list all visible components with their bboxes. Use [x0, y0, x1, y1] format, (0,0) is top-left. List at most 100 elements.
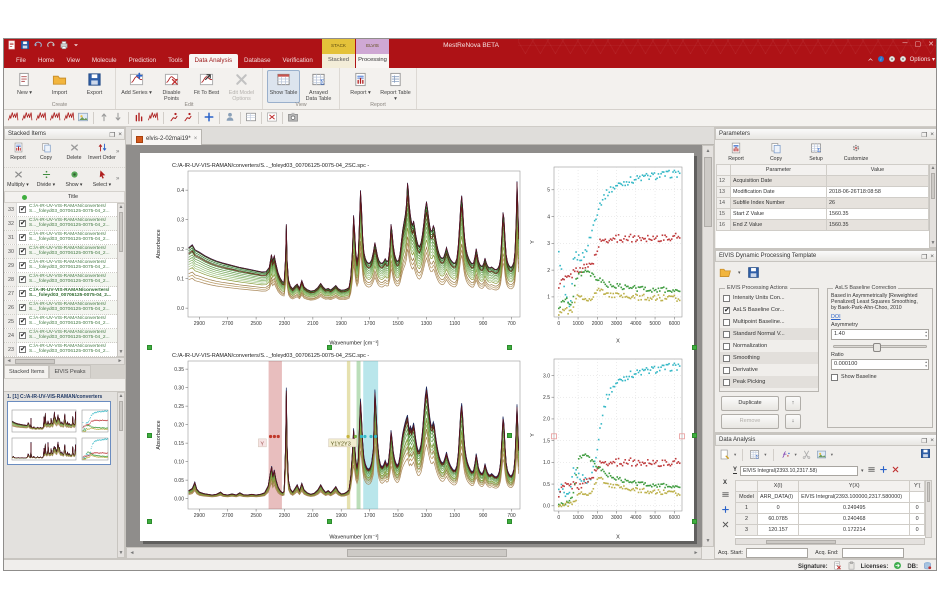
row-title[interactable]: C:/A-IR-UV-VIS-RAMAN/converters/S..._fol… — [29, 343, 117, 356]
row-checkbox[interactable] — [19, 346, 26, 353]
close-panel-icon[interactable]: × — [118, 131, 122, 139]
new-button[interactable]: New ▾ — [8, 70, 41, 103]
invert-order-button[interactable]: Invert Order — [88, 141, 116, 166]
overflow-chevron[interactable]: » — [116, 168, 124, 191]
remove-series-icon[interactable] — [891, 465, 900, 476]
tool-caret-icon[interactable]: ▾ — [764, 452, 766, 458]
ribbon-tab-prediction[interactable]: Prediction — [123, 54, 163, 68]
da-col-header[interactable] — [736, 481, 758, 492]
show-table-button[interactable]: Show Table — [267, 70, 300, 103]
open-caret-icon[interactable]: ▾ — [738, 270, 741, 276]
y-series-selector[interactable]: ElVIS Integral(2393.10,2317.58) — [740, 466, 858, 476]
stacked-item-row[interactable]: 24C:/A-IR-UV-VIS-RAMAN/converters/S..._f… — [4, 329, 117, 343]
ribbon-tab-home[interactable]: Home — [32, 54, 61, 68]
tool-caret-icon[interactable]: ▾ — [734, 452, 736, 458]
scatter-bottom[interactable]: 01000200030004000500060000.00.51.01.52.0… — [528, 351, 688, 541]
da-col-header[interactable]: Y(X) — [799, 481, 910, 492]
action-checkbox[interactable] — [723, 355, 730, 362]
clipboard-icon[interactable] — [847, 561, 856, 571]
window-close-button[interactable]: ✕ — [928, 40, 934, 48]
selection-handle[interactable] — [507, 433, 512, 438]
row-title[interactable]: C:/A-IR-UV-VIS-RAMAN/converters/S..._fol… — [29, 217, 117, 230]
tool-caret-icon[interactable]: ▾ — [831, 452, 833, 458]
open-template-button[interactable] — [719, 266, 732, 281]
chart-scatter-bottom[interactable]: 01000200030004000500060000.00.51.01.52.0… — [528, 351, 688, 541]
add-series-button[interactable]: Add Series ▾ — [120, 70, 153, 103]
copy-button[interactable]: Copy — [759, 141, 793, 163]
chart-scatter-top[interactable]: 010002000300040005000600012345XY — [528, 159, 688, 345]
stack-tool-runner-14[interactable] — [182, 111, 194, 125]
stacked-list-hscrollbar[interactable]: ◄► — [4, 357, 125, 365]
stack-tool-spec-11[interactable] — [147, 111, 159, 125]
stacked-item-row[interactable]: 28C:/A-IR-UV-VIS-RAMAN/converters/S..._f… — [4, 273, 117, 287]
float-panel-icon[interactable]: ❐ — [921, 253, 927, 261]
stack-tool-spec-0[interactable] — [7, 111, 19, 125]
selection-handle[interactable] — [692, 519, 697, 524]
selection-handle[interactable] — [147, 345, 152, 350]
duplicate-button[interactable]: Duplicate — [721, 396, 779, 411]
da-table-row[interactable]: 260.07850.2404680 — [736, 514, 925, 525]
stacked-item-row[interactable]: 33C:/A-IR-UV-VIS-RAMAN/converters/S..._f… — [4, 203, 117, 217]
stack-tool-spec-2[interactable] — [35, 111, 47, 125]
export-button[interactable]: Export — [78, 70, 111, 103]
spectra-bottom[interactable]: 2900270025002300210019001700150013001100… — [154, 349, 526, 541]
stacked-item-row[interactable]: 25C:/A-IR-UV-VIS-RAMAN/converters/S..._f… — [4, 315, 117, 329]
add-series-icon[interactable] — [879, 465, 888, 476]
close-panel-icon[interactable]: × — [930, 253, 934, 261]
import-button[interactable]: Import — [43, 70, 76, 103]
pages-vscrollbar[interactable]: ▲▼ — [117, 392, 125, 558]
data-analysis-save-button[interactable] — [920, 448, 931, 461]
da-table-row[interactable]: 3120.1570.1722140 — [736, 525, 925, 536]
series-menu-icon[interactable] — [867, 465, 876, 476]
asymmetry-slider[interactable] — [833, 345, 927, 348]
ribbon-tab-file[interactable]: File — [10, 54, 32, 68]
float-panel-icon[interactable]: ❐ — [921, 131, 927, 139]
context-group-stack[interactable]: STACKStacked — [322, 39, 355, 68]
action-asls-baseline-cor-[interactable]: AsLS Baseline Cor... — [720, 304, 818, 316]
action-checkbox[interactable] — [723, 343, 730, 350]
stacked-item-row[interactable]: 30C:/A-IR-UV-VIS-RAMAN/converters/S..._f… — [4, 245, 117, 259]
float-panel-icon[interactable]: ❐ — [109, 131, 115, 139]
fit-to-best-button[interactable]: Fit To Best — [190, 70, 223, 103]
window-maximize-button[interactable]: ▢ — [915, 40, 922, 48]
stack-tool-runner-13[interactable] — [168, 111, 180, 125]
stack-tool-plus-16[interactable] — [203, 111, 215, 125]
action-smoothing[interactable]: Smoothing — [720, 352, 818, 364]
da-tool-newdoc[interactable] — [719, 449, 730, 462]
document-tab[interactable]: elvis-2-02mai19* × — [131, 129, 202, 145]
move-down-button[interactable]: ↓ — [785, 414, 801, 429]
ribbon-tab-tools[interactable]: Tools — [162, 54, 188, 68]
row-checkbox[interactable] — [19, 234, 26, 241]
parameter-row[interactable]: 16End Z Value1560.35 — [717, 220, 929, 231]
action-checkbox[interactable] — [723, 379, 730, 386]
move-up-button[interactable]: ↑ — [785, 396, 801, 411]
disable-points-button[interactable]: Disable Points — [155, 70, 188, 103]
stacked-item-row[interactable]: 23C:/A-IR-UV-VIS-RAMAN/converters/S..._f… — [4, 343, 117, 357]
document-tab-close-icon[interactable]: × — [194, 136, 198, 142]
stacked-list-vscrollbar[interactable]: ▲▼ — [117, 203, 125, 357]
document-page[interactable]: 2900270025002300210019001700150013001100… — [140, 153, 694, 541]
chart-spectra-top[interactable]: 2900270025002300210019001700150013001100… — [154, 157, 526, 347]
ribbon-tab-database[interactable]: Database — [238, 54, 277, 68]
setup-button[interactable]: ΣSetup — [799, 141, 833, 163]
stack-tool-person-18[interactable] — [224, 111, 236, 125]
selection-handle[interactable] — [692, 433, 697, 438]
row-title[interactable]: C:/A-IR-UV-VIS-RAMAN/converters/S..._fol… — [29, 203, 117, 216]
multiply-button[interactable]: Multiply ▾ — [4, 168, 32, 191]
visible-column-icon[interactable] — [18, 192, 30, 202]
canvas[interactable]: 2900270025002300210019001700150013001100… — [126, 145, 702, 547]
da-tool-img[interactable] — [816, 449, 827, 462]
stack-tool-spec-3[interactable] — [49, 111, 61, 125]
ribbon-tab-molecule[interactable]: Molecule — [86, 54, 123, 68]
stack-tool-xicon-22[interactable] — [266, 111, 278, 125]
da-tool-tablesigma[interactable]: Σ — [749, 449, 760, 462]
row-title[interactable]: C:/A-IR-UV-VIS-RAMAN/converters/S..._fol… — [29, 259, 117, 272]
row-title[interactable]: C:/A-IR-UV-VIS-RAMAN/converters/S..._fol… — [29, 273, 117, 286]
action-peak-picking[interactable]: Peak Picking — [720, 376, 818, 388]
chart-spectra-bottom[interactable]: 2900270025002300210019001700150013001100… — [154, 349, 526, 541]
stacked-item-row[interactable]: 32C:/A-IR-UV-VIS-RAMAN/converters/S..._f… — [4, 217, 117, 231]
parameters-col-header[interactable]: Parameter — [731, 165, 827, 176]
da-col-header[interactable]: X(I) — [758, 481, 799, 492]
da-col-header[interactable]: Y'( — [910, 481, 925, 492]
title-column-header[interactable]: Title — [30, 192, 116, 202]
